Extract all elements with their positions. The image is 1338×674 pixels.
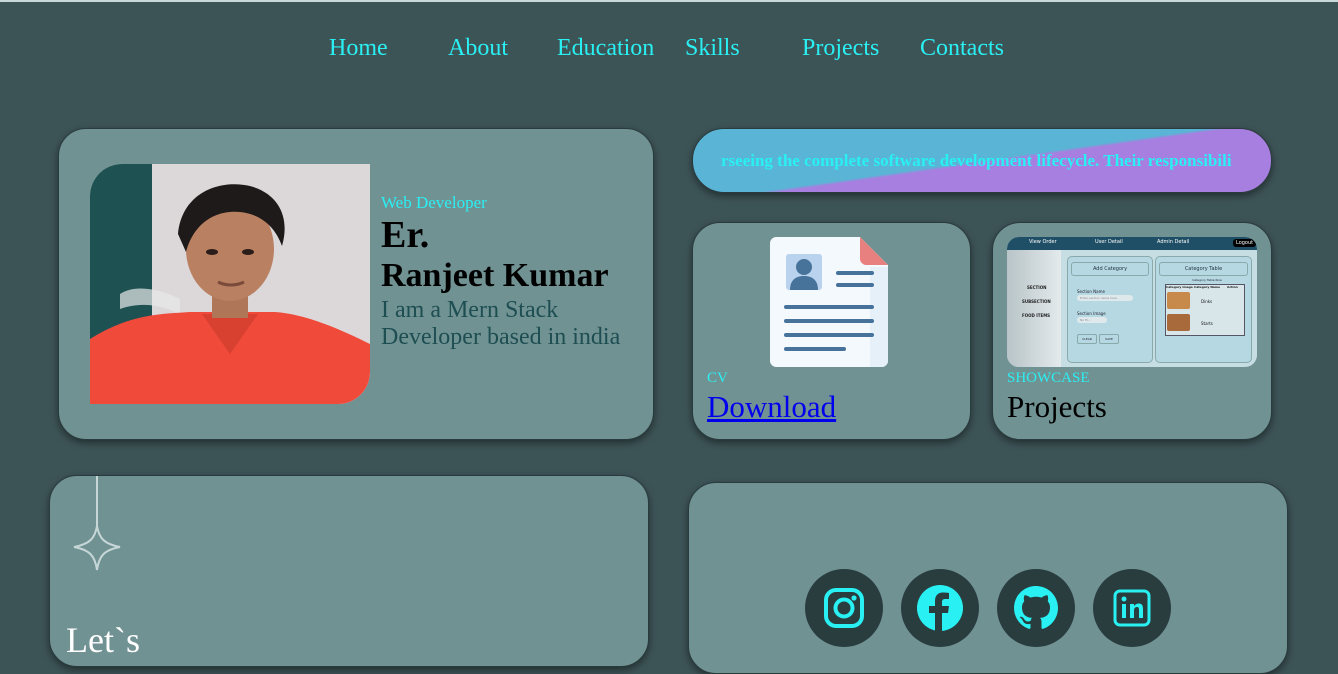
projects-card[interactable]: View Order User Detail Admin Detail Logo… — [992, 222, 1272, 440]
top-nav: Home About Education Skills Projects Con… — [0, 35, 1338, 69]
preview-field2-label: Section Image — [1077, 311, 1106, 316]
nav-about[interactable]: About — [448, 35, 508, 62]
preview-row-1: Dinks — [1201, 299, 1213, 304]
preview-table-sub: Category Table Row — [1192, 278, 1222, 282]
marquee-banner: rseeing the complete software developmen… — [692, 128, 1272, 193]
hero-card: Web Developer Er. Ranjeet Kumar I am a M… — [58, 128, 654, 440]
nav-projects[interactable]: Projects — [802, 35, 879, 62]
instagram-icon[interactable] — [805, 569, 883, 647]
preview-food-image-1 — [1167, 292, 1190, 309]
nav-education[interactable]: Education — [557, 35, 654, 62]
preview-field2: No fil... — [1077, 317, 1107, 323]
cv-card: CV Download — [692, 222, 971, 440]
resume-document-icon — [770, 237, 888, 367]
github-icon[interactable] — [997, 569, 1075, 647]
preview-th-image: Category Image — [1166, 285, 1193, 289]
linkedin-icon[interactable] — [1093, 569, 1171, 647]
cv-label: CV — [707, 370, 728, 386]
preview-th-name: Category Name — [1194, 285, 1221, 289]
preview-sidebar-subsection: SUBSECTION — [1022, 299, 1051, 304]
preview-field1: Enter section name here — [1077, 295, 1133, 301]
preview-topbar-user-detail: User Detail — [1095, 239, 1123, 245]
preview-sidebar-food-items: FOOD ITEMS — [1022, 313, 1051, 318]
preview-add-category: Add Category — [1071, 262, 1149, 276]
hero-name: Ranjeet Kumar — [381, 257, 609, 294]
nav-skills[interactable]: Skills — [685, 35, 740, 62]
facebook-icon[interactable] — [901, 569, 979, 647]
preview-clear-button: CLEAR — [1077, 334, 1097, 344]
projects-label: SHOWCASE — [1007, 370, 1090, 386]
preview-row-2: Starts — [1201, 321, 1213, 326]
hero-name-prefix: Er. — [381, 214, 430, 256]
preview-category-table: Category Table — [1159, 262, 1248, 276]
contact-heading: Let`s — [66, 620, 140, 660]
hero-intro: I am a Mern Stack Developer based in ind… — [381, 297, 621, 350]
preview-sidebar-section: SECTION — [1027, 285, 1047, 290]
hero-role: Web Developer — [381, 193, 487, 212]
preview-food-image-2 — [1167, 314, 1190, 331]
nav-contacts[interactable]: Contacts — [920, 35, 1004, 62]
nav-home[interactable]: Home — [329, 35, 388, 62]
marquee-text: rseeing the complete software developmen… — [721, 151, 1232, 170]
preview-field1-label: Section Name — [1077, 289, 1105, 294]
preview-topbar-view-order: View Order — [1029, 239, 1057, 245]
profile-photo — [90, 164, 370, 404]
contact-card: Let`s — [49, 475, 649, 667]
sparkle-icon — [70, 476, 130, 581]
cv-download-link[interactable]: Download — [707, 389, 836, 425]
preview-th-action: Action — [1227, 285, 1238, 289]
preview-save-button: SAVE — [1099, 334, 1119, 344]
preview-topbar-admin-detail: Admin Detail — [1157, 239, 1190, 245]
project-preview-image: View Order User Detail Admin Detail Logo… — [1007, 237, 1257, 367]
projects-title: Projects — [1007, 389, 1107, 424]
social-card — [688, 482, 1288, 674]
preview-logout: Logout — [1233, 239, 1257, 247]
